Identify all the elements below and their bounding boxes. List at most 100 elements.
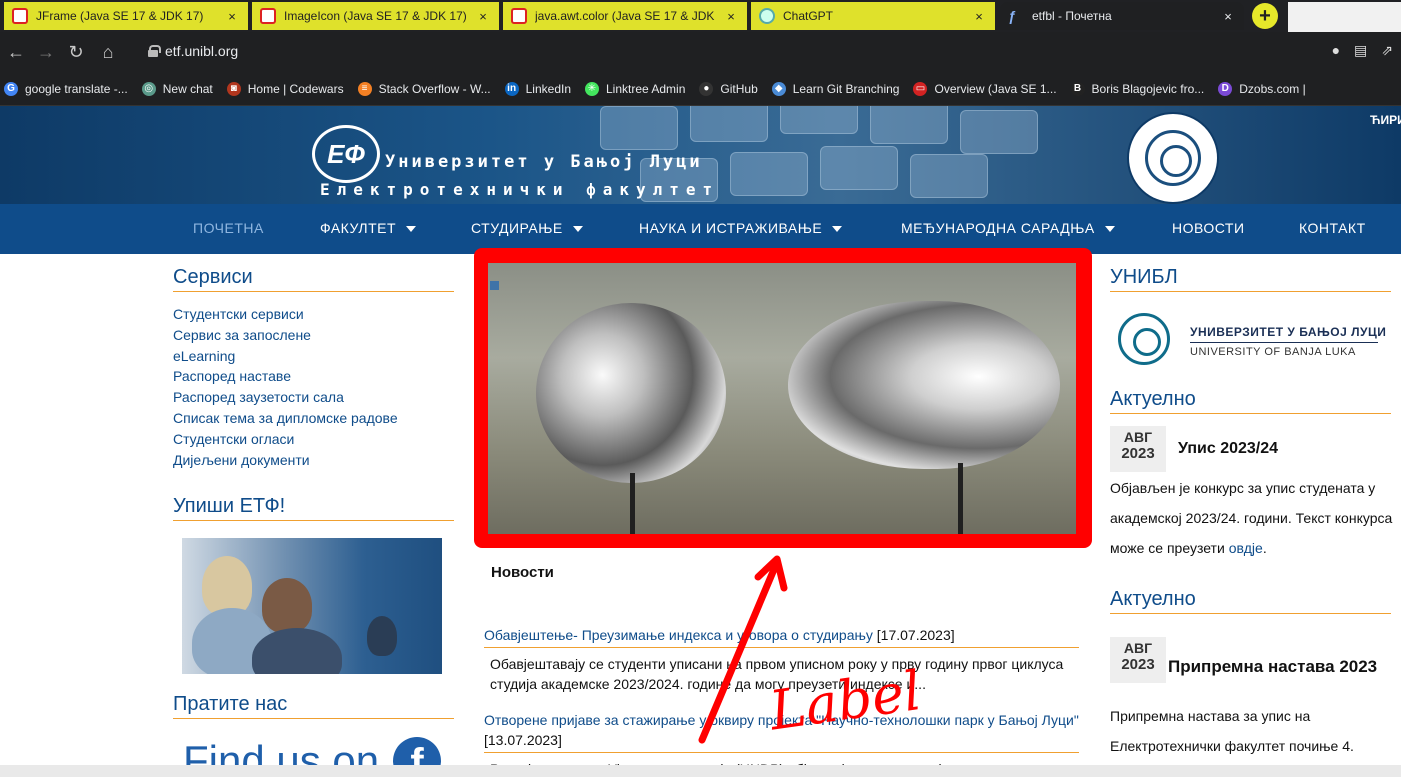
nav-item-international[interactable]: МЕЂУНАРОДНА САРАДЊА [901,220,1115,236]
service-link[interactable]: Студентски огласи [173,429,398,450]
tab-close-icon[interactable]: × [971,9,987,24]
bookmark-label: LinkedIn [525,81,571,96]
date-badge: АВГ 2023 [1110,637,1166,683]
url-field[interactable]: etf.unibl.org [165,43,238,59]
bookmark-item[interactable]: ▭ Overview (Java SE 1... [913,81,1057,96]
download-link[interactable]: овдје [1229,540,1263,556]
etf-logo[interactable]: ЕФ [312,125,380,183]
bookmark-favicon-icon: ◙ [226,81,241,96]
bookmark-item[interactable]: ◙ Home | Codewars [226,81,344,96]
nav-item-faculty[interactable]: ФАКУЛТЕТ [320,220,417,236]
unibl-name[interactable]: УНИВЕРЗИТЕТ У БАЊОЈ ЛУЦИ [1190,325,1386,339]
forward-arrow-icon[interactable]: → [34,40,58,64]
nav-item-studies[interactable]: СТУДИРАЊЕ [471,220,583,236]
script-toggle-link[interactable]: ЋИРИ [1370,113,1401,127]
bookmark-item[interactable]: Ggoogle translate -... [4,81,128,96]
date-badge: АВГ 2023 [1110,426,1166,472]
oracle-icon [511,8,527,24]
browser-tab-etfbl[interactable]: ƒ etfbl - Почетна × [1000,2,1244,30]
bookmark-item[interactable]: ◎ New chat [141,81,213,96]
bookmark-label: GitHub [720,81,758,96]
chatgpt-icon [759,8,775,24]
nav-item-home[interactable]: ПОЧЕТНА [193,220,264,236]
nav-item-news[interactable]: НОВОСТИ [1172,220,1245,236]
tab-label: etfbl - Почетна [1032,9,1112,23]
bookmark-item[interactable]: in LinkedIn [504,81,571,96]
news-item: Обавјештење- Преузимање индекса и уговор… [484,625,1079,694]
tab-label: JFrame (Java SE 17 & JDK 17) [36,9,204,23]
nav-item-research[interactable]: НАУКА И ИСТРАЖИВАЊЕ [639,220,843,236]
reload-icon[interactable]: ↻ [64,40,88,64]
bookmark-label: Home | Codewars [247,81,344,96]
enroll-heading: Упиши ЕТФ! [173,495,454,521]
tab-close-icon[interactable]: × [224,9,240,24]
browser-tab-awt-color[interactable]: java.awt.color (Java SE 17 & JDK × [503,2,747,30]
bookmark-label: New chat [162,81,213,96]
slider-indicator[interactable] [490,281,499,290]
browser-tab-chatgpt[interactable]: ChatGPT × [751,2,995,30]
unibl-subtitle: UNIVERSITY OF BANJA LUKA [1190,346,1356,358]
current-item-text: Објављен је конкурс за упис студената у … [1110,480,1393,556]
service-link[interactable]: Сервис за запослене [173,325,398,346]
unibl-heading: УНИБЛ [1110,266,1391,292]
bookmark-favicon-icon: ✳ [585,81,599,96]
tab-close-icon[interactable]: × [475,9,491,24]
news-title-link[interactable]: Обавјештење- Преузимање индекса и уговор… [484,625,1079,648]
browser-tab-jframe[interactable]: JFrame (Java SE 17 & JDK 17) × [4,2,248,30]
bookmark-label: google translate -... [25,81,128,96]
tab-close-icon[interactable]: × [1220,9,1236,24]
service-link[interactable]: eLearning [173,346,398,367]
bookmark-favicon-icon: ▭ [913,81,928,96]
service-link[interactable]: Распоред заузетости сала [173,387,398,408]
tab-close-icon[interactable]: × [723,9,739,24]
university-seal-logo[interactable] [1127,112,1219,204]
window-bottom-edge [0,765,1401,777]
caret-down-icon [572,226,583,233]
bookmark-item[interactable]: ◆ Learn Git Branching [771,81,900,96]
bookmark-item[interactable]: ≡ Stack Overflow - W... [357,81,491,96]
news-heading: Новости [491,564,554,581]
unibl-logo[interactable] [1118,313,1170,365]
bookmark-favicon-icon: ◆ [771,81,786,96]
bookmark-item[interactable]: B Boris Blagojevic fro... [1070,81,1204,96]
service-link[interactable]: Студентски сервиси [173,304,398,325]
news-title-text: Отворене пријаве за стажирање у оквиру п… [484,712,1079,728]
hero-slider-image[interactable] [488,263,1076,534]
google-icon[interactable]: ● [1332,42,1340,59]
caret-down-icon [832,226,843,233]
browser-tab-imageicon[interactable]: ImageIcon (Java SE 17 & JDK 17) × [252,2,499,30]
nav-label: КОНТАКТ [1299,220,1366,236]
bookmark-label: Dzobs.com | [1239,81,1306,96]
date-year: 2023 [1121,656,1155,673]
metal-sphere [536,303,726,483]
share-icon[interactable]: ⇗ [1381,42,1393,59]
bookmark-item[interactable]: ● GitHub [699,81,758,96]
bookmark-item[interactable]: D Dzobs.com | [1218,81,1306,96]
student-figure [262,578,312,633]
student-figure [202,556,252,616]
egg-stand [958,463,963,534]
current-heading: Актуелно [1110,588,1391,614]
service-link[interactable]: Дијељени документи [173,450,398,471]
university-title: Универзитет у Бањој Луци [385,152,703,172]
services-heading: Сервиси [173,266,454,292]
bookmark-item[interactable]: ✳ Linktree Admin [585,81,685,96]
nav-label: ФАКУЛТЕТ [320,220,397,236]
news-title-link[interactable]: Отворене пријаве за стажирање у оквиру п… [484,710,1079,753]
home-icon[interactable]: ⌂ [96,40,120,64]
nav-item-contact[interactable]: КОНТАКТ [1299,220,1366,236]
new-tab-button[interactable]: + [1252,3,1278,29]
enroll-promo-image[interactable] [182,538,442,674]
lock-icon[interactable] [148,45,161,57]
nav-label: СТУДИРАЊЕ [471,220,563,236]
current-item-title[interactable]: Упис 2023/24 [1178,440,1278,458]
translate-icon[interactable]: ▤ [1354,42,1367,59]
service-link[interactable]: Распоред наставе [173,366,398,387]
service-link[interactable]: Списак тема за дипломске радове [173,408,398,429]
sphere-stand [630,473,635,534]
bookmark-label: Learn Git Branching [792,81,900,96]
date-month: АВГ [1123,640,1153,656]
current-item-title[interactable]: Припремна настава 2023 [1168,657,1377,677]
back-arrow-icon[interactable]: ← [4,40,28,64]
tab-label: ImageIcon (Java SE 17 & JDK 17) [284,9,467,23]
